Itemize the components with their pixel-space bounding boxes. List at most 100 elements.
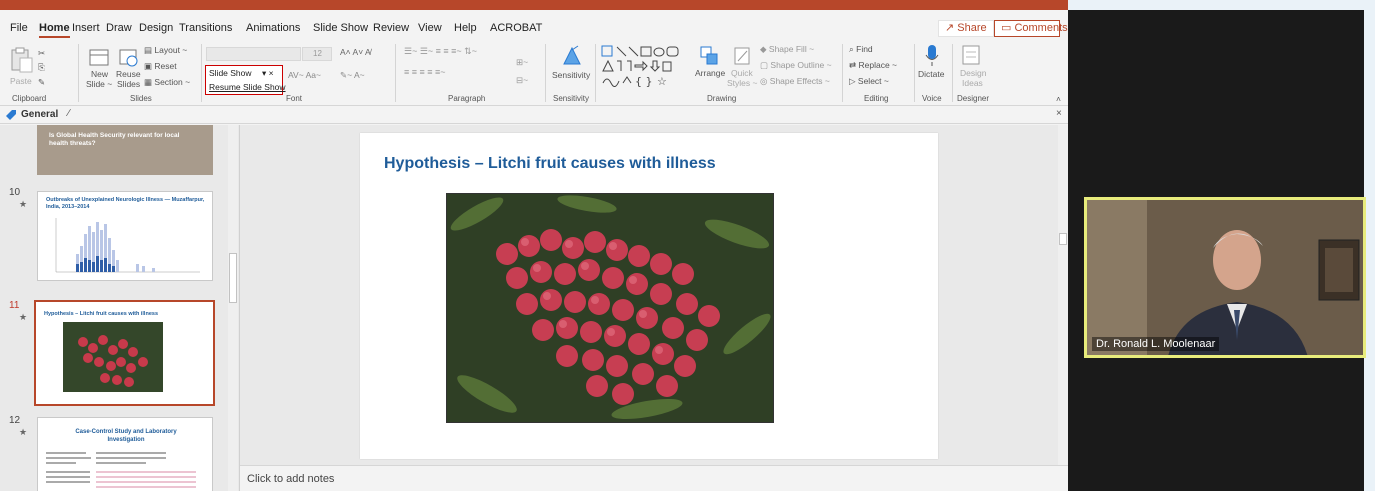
tab-slide-show[interactable]: Slide Show: [313, 22, 368, 34]
edit-icon[interactable]: ∕: [68, 108, 70, 119]
layout-button[interactable]: ▤ Layout ~: [144, 45, 187, 56]
arrange-button[interactable]: Arrange: [695, 68, 725, 78]
arrange-icon[interactable]: [699, 45, 719, 67]
char-spacing-icon[interactable]: AV~ Aa~: [288, 70, 321, 80]
text-direction-icon[interactable]: ⊞~: [516, 57, 528, 68]
effects-icon: ◎: [760, 76, 770, 86]
select-button[interactable]: ▷ Select ~: [849, 76, 889, 87]
comments-button[interactable]: ▭ Comments: [994, 20, 1068, 37]
new-slide-label: New: [91, 69, 109, 79]
tab-draw[interactable]: Draw: [106, 22, 132, 34]
video-tile[interactable]: Dr. Ronald L. Moolenaar: [1084, 197, 1366, 358]
thumbnails-scrollbar[interactable]: [228, 125, 238, 491]
slide-thumbnail-selected[interactable]: Hypothesis – Litchi fruit causes with il…: [34, 300, 215, 406]
screen: File Home Insert Draw Design Transitions…: [0, 0, 1375, 491]
thumbnail-title: Outbreaks of Unexplained Neurologic Illn…: [46, 197, 205, 210]
new-slide-icon[interactable]: [88, 46, 110, 68]
animation-star-icon: ★: [19, 199, 28, 209]
animation-star-icon: ★: [19, 312, 28, 322]
comment-icon: ▭: [1001, 22, 1015, 34]
font-name-box[interactable]: [206, 47, 301, 61]
editing-group-label: Editing: [864, 94, 889, 103]
dictate-button[interactable]: Dictate: [918, 69, 944, 79]
notes-pane[interactable]: Click to add notes: [240, 465, 1068, 491]
section-button[interactable]: ▦ Section ~: [144, 77, 190, 88]
tab-home[interactable]: Home: [39, 22, 70, 38]
quick-styles-label-2: Styles ~: [727, 78, 758, 88]
divider: [78, 44, 79, 102]
paint-bucket-icon: ◆: [760, 44, 769, 54]
paste-icon[interactable]: [8, 46, 36, 74]
sensitivity-group-label: Sensitivity: [553, 94, 590, 103]
smartart-icon[interactable]: ⊟~: [516, 75, 528, 86]
tab-view[interactable]: View: [418, 22, 442, 34]
bullets-icon[interactable]: ☰~ ☰~ ≡ ≡ ≡~ ⇅~: [404, 46, 477, 57]
replace-button[interactable]: ⇄ Replace ~: [849, 60, 897, 71]
sensitivity-button[interactable]: Sensitivity: [552, 70, 590, 80]
litchi-image: [447, 194, 773, 422]
svg-text:{ }: { }: [635, 75, 653, 87]
slideshow-item[interactable]: Slide Show: [209, 68, 252, 78]
section-bar: General ∕ ×: [0, 107, 1068, 124]
cut-icon[interactable]: ✂: [38, 48, 45, 59]
tab-transitions[interactable]: Transitions: [179, 22, 232, 34]
resume-slideshow-item[interactable]: Resume Slide Show: [209, 82, 286, 92]
section-name[interactable]: General: [21, 109, 58, 120]
shape-effects-button[interactable]: ◎ Shape Effects ~: [760, 76, 830, 87]
editor-scrollbar[interactable]: [1058, 125, 1068, 465]
shapes-gallery[interactable]: { } ☆: [601, 45, 693, 87]
font-size-box[interactable]: 12: [302, 47, 332, 61]
copy-icon[interactable]: ⎘: [38, 62, 45, 73]
tab-file[interactable]: File: [10, 22, 28, 34]
tab-design[interactable]: Design: [139, 22, 173, 34]
format-painter-icon[interactable]: ✎: [38, 77, 45, 88]
tab-animations[interactable]: Animations: [246, 22, 300, 34]
shape-outline-button[interactable]: ▢ Shape Outline ~: [760, 60, 832, 71]
tab-insert[interactable]: Insert: [72, 22, 100, 34]
scrollbar-handle[interactable]: [229, 253, 237, 303]
thumbnail-title: Case-Control Study and Laboratory Invest…: [75, 429, 177, 443]
grow-font-icon[interactable]: A˄ A˅ A̸: [340, 47, 371, 57]
microphone-icon[interactable]: [924, 44, 940, 68]
slide-thumbnail[interactable]: Is Global Health Security relevant for l…: [37, 125, 213, 175]
scrollbar-handle[interactable]: [1059, 233, 1067, 245]
drawing-group-label: Drawing: [707, 94, 737, 103]
thumbnail-title: Hypothesis – Litchi fruit causes with il…: [44, 311, 159, 317]
slide-thumbnail[interactable]: Case-Control Study and Laboratory Invest…: [37, 417, 213, 491]
share-button[interactable]: ↗ Share: [938, 20, 994, 37]
slide-number: 11: [9, 300, 20, 311]
slide-thumbnail[interactable]: Outbreaks of Unexplained Neurologic Illn…: [37, 191, 213, 281]
collapse-ribbon-icon[interactable]: ˄: [1056, 94, 1061, 104]
pen-icon: ▢: [760, 60, 771, 70]
reset-button[interactable]: ▣ Reset: [144, 61, 177, 72]
cursor-icon: ▷: [849, 76, 858, 86]
design-ideas-label: Design: [960, 68, 987, 78]
tab-acrobat[interactable]: ACROBAT: [490, 22, 542, 34]
reuse-slides-label-2: Slides: [117, 79, 141, 89]
share-icon: ↗: [945, 22, 958, 34]
reuse-slides-label: Reuse: [116, 69, 141, 79]
shape-fill-button[interactable]: ◆ Shape Fill ~: [760, 44, 814, 55]
slide-canvas[interactable]: Hypothesis – Litchi fruit causes with il…: [360, 133, 938, 459]
tab-help[interactable]: Help: [454, 22, 477, 34]
tab-review[interactable]: Review: [373, 22, 409, 34]
align-icon[interactable]: ≡ ≡ ≡ ≡ ≡~: [404, 67, 446, 77]
reuse-slides-icon[interactable]: [118, 46, 140, 68]
dropdown-close-icon[interactable]: ▾ ×: [262, 68, 274, 79]
reset-icon: ▣: [144, 61, 155, 71]
clipboard-group-label: Clipboard: [12, 94, 47, 103]
slide-title[interactable]: Hypothesis – Litchi fruit causes with il…: [384, 155, 716, 173]
quick-styles-label: Quick: [731, 68, 753, 78]
litchi-photo[interactable]: [446, 193, 774, 423]
slide-number: 10: [9, 187, 21, 198]
font-color-icon[interactable]: ✎~ A~: [340, 70, 365, 81]
sensitivity-icon[interactable]: [560, 44, 584, 68]
new-slide-label-2: Slide ~: [86, 79, 113, 89]
find-button[interactable]: ⌕ Find: [849, 44, 873, 55]
design-ideas-label-2: Ideas: [962, 78, 983, 88]
quick-styles-icon[interactable]: [733, 45, 753, 67]
slide-thumbnails-pane: Is Global Health Security relevant for l…: [0, 125, 240, 491]
close-icon[interactable]: ×: [1056, 108, 1062, 119]
design-ideas-icon[interactable]: [961, 44, 981, 68]
thumbnail-title: Is Global Health Security relevant for l…: [49, 132, 180, 147]
